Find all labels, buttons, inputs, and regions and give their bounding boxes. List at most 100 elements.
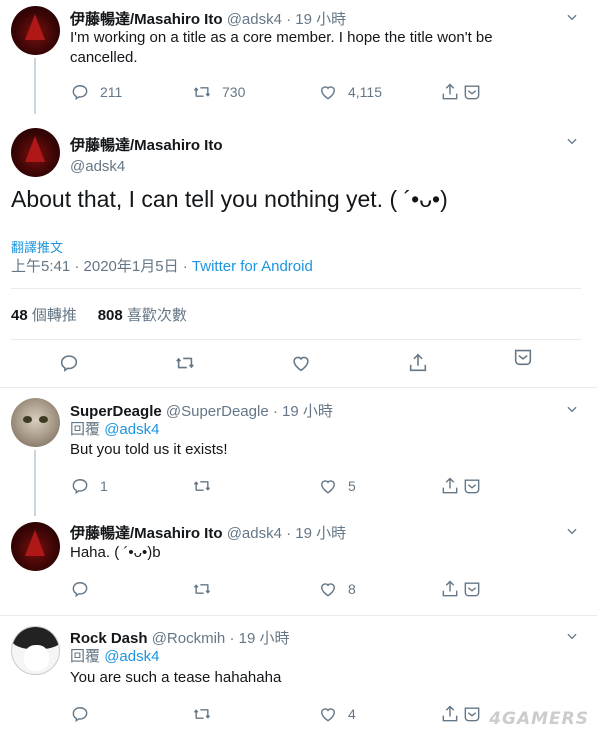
share-icon[interactable]	[407, 352, 429, 374]
retweet-icon	[192, 82, 212, 102]
handle[interactable]: @adsk4	[227, 525, 282, 542]
timestamp[interactable]: 上午5:41 · 2020年1月5日 ·	[11, 258, 192, 275]
reply-to-line: 回覆 @adsk4	[70, 420, 550, 440]
reply-count: 1	[100, 478, 108, 494]
share-button[interactable]	[440, 476, 492, 496]
like-icon	[318, 82, 338, 102]
like-count: 808	[97, 307, 123, 324]
tweet-text: Haha. ( ´•ᴗ•)b	[70, 544, 161, 561]
main-tweet-actions	[0, 352, 597, 376]
thread-line	[34, 58, 36, 114]
reply-prefix: 回覆	[70, 648, 101, 665]
tweet-actions: 211 730 4,115	[70, 82, 490, 102]
dm-icon[interactable]	[512, 346, 534, 368]
reply-mention[interactable]: @adsk4	[104, 648, 159, 665]
retweet-icon	[192, 704, 212, 724]
retweet-button[interactable]	[192, 704, 222, 724]
display-name[interactable]: Rock Dash	[70, 630, 148, 647]
reply-mention[interactable]: @adsk4	[104, 421, 159, 438]
tweet-stats: 48 個轉推 808 喜歡次數	[11, 304, 187, 325]
avatar[interactable]	[11, 522, 60, 571]
display-name[interactable]: SuperDeagle	[70, 403, 162, 420]
thread-line	[34, 450, 36, 516]
like-icon	[318, 704, 338, 724]
like-stat[interactable]: 808 喜歡次數	[98, 307, 187, 324]
tweet-actions: 1 5	[70, 476, 490, 496]
tweet-text: You are such a tease hahahaha	[70, 669, 282, 686]
retweet-button[interactable]: 730	[192, 82, 245, 102]
like-button[interactable]: 4	[318, 704, 356, 724]
share-button[interactable]	[440, 579, 492, 599]
tweet-text: But you told us it exists!	[70, 441, 228, 458]
retweet-stat[interactable]: 48 個轉推	[11, 307, 77, 324]
reply-button[interactable]	[70, 704, 100, 724]
retweet-icon	[192, 476, 212, 496]
dm-icon[interactable]	[462, 82, 482, 102]
watermark-logo: 4GAMERS	[489, 709, 589, 729]
tweet-header: 伊藤暢達/Masahiro Ito @adsk4 · 19 小時	[70, 8, 346, 29]
reply-button[interactable]	[70, 579, 100, 599]
retweet-icon[interactable]	[174, 352, 196, 374]
reply-to-line: 回覆 @adsk4	[70, 647, 550, 667]
reply-icon	[70, 704, 90, 724]
chevron-down-icon[interactable]	[565, 402, 579, 416]
avatar[interactable]	[11, 128, 60, 177]
reply-icon	[70, 82, 90, 102]
like-label: 喜歡次數	[126, 307, 187, 324]
timestamp[interactable]: · 19 小時	[229, 630, 289, 647]
tweet-meta: 上午5:41 · 2020年1月5日 · Twitter for Android	[11, 255, 313, 276]
handle[interactable]: @adsk4	[227, 11, 282, 28]
retweet-button[interactable]	[192, 579, 222, 599]
display-name[interactable]: 伊藤暢達/Masahiro Ito	[70, 11, 223, 28]
like-count: 4	[348, 706, 356, 722]
separator	[11, 288, 581, 289]
timestamp[interactable]: · 19 小時	[286, 525, 346, 542]
timestamp[interactable]: · 19 小時	[273, 403, 333, 420]
handle[interactable]: @adsk4	[70, 158, 223, 175]
client-link[interactable]: Twitter for Android	[192, 258, 313, 275]
like-count: 8	[348, 581, 356, 597]
like-button[interactable]: 5	[318, 476, 356, 496]
retweet-count: 730	[222, 84, 246, 100]
translate-link[interactable]: 翻譯推文	[11, 237, 63, 256]
retweet-button[interactable]	[192, 476, 222, 496]
chevron-down-icon[interactable]	[565, 629, 579, 643]
share-button[interactable]	[440, 704, 492, 724]
reply-icon	[70, 579, 90, 599]
chevron-down-icon[interactable]	[565, 134, 579, 148]
display-name[interactable]: 伊藤暢達/Masahiro Ito	[70, 525, 223, 542]
share-icon	[440, 82, 460, 102]
tweet-4[interactable]: 伊藤暢達/Masahiro Ito @adsk4 · 19 小時 Haha. (…	[0, 510, 597, 616]
like-icon	[318, 476, 338, 496]
display-name[interactable]: 伊藤暢達/Masahiro Ito	[70, 134, 223, 155]
tweet-text: I'm working on a title as a core member.…	[70, 29, 493, 66]
share-button[interactable]	[440, 82, 492, 102]
retweet-label: 個轉推	[31, 307, 77, 324]
handle[interactable]: @Rockmih	[152, 630, 226, 647]
main-tweet: 伊藤暢達/Masahiro Ito @adsk4	[0, 112, 597, 387]
chevron-down-icon[interactable]	[565, 524, 579, 538]
like-button[interactable]: 8	[318, 579, 356, 599]
dm-icon[interactable]	[462, 476, 482, 496]
share-icon	[440, 704, 460, 724]
like-button[interactable]: 4,115	[318, 82, 382, 102]
chevron-down-icon[interactable]	[565, 10, 579, 24]
tweet-header: 伊藤暢達/Masahiro Ito @adsk4 · 19 小時	[70, 522, 346, 543]
reply-button[interactable]: 211	[70, 82, 122, 102]
like-count: 5	[348, 478, 356, 494]
avatar[interactable]	[11, 398, 60, 447]
dm-icon[interactable]	[462, 704, 482, 724]
separator	[11, 339, 581, 340]
handle[interactable]: @SuperDeagle	[166, 403, 269, 420]
avatar[interactable]	[11, 6, 60, 55]
avatar[interactable]	[11, 626, 60, 675]
tweet-3[interactable]: SuperDeagle @SuperDeagle · 19 小時 回覆 @ads…	[0, 388, 597, 516]
dm-icon[interactable]	[462, 579, 482, 599]
like-icon[interactable]	[290, 352, 312, 374]
main-tweet-text: About that, I can tell you nothing yet. …	[11, 186, 448, 212]
reply-icon[interactable]	[58, 352, 80, 374]
tweet-1[interactable]: 伊藤暢達/Masahiro Ito @adsk4 · 19 小時 I'm wor…	[0, 0, 597, 114]
timestamp[interactable]: · 19 小時	[286, 11, 346, 28]
tweet-actions: 4	[70, 704, 490, 724]
reply-button[interactable]: 1	[70, 476, 108, 496]
